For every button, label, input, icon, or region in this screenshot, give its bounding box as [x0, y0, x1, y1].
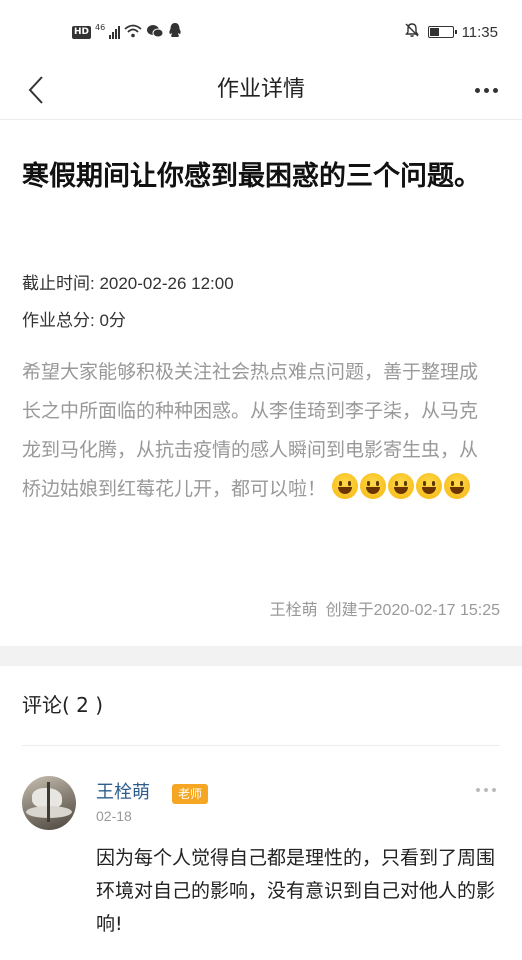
divider: [22, 745, 500, 746]
grinning-emoji-icon: [332, 473, 359, 499]
network-type: 46: [95, 23, 106, 32]
status-right: 11:35: [404, 22, 498, 42]
more-icon: [476, 788, 480, 792]
comment-date: 02-18: [96, 808, 132, 824]
teacher-badge: 老师: [172, 784, 209, 804]
homework-author-line: 王栓萌 创建于2020-02-17 15:25: [270, 596, 500, 620]
page-title: 作业详情: [216, 77, 305, 102]
homework-author: 王栓萌: [269, 602, 318, 619]
signal-icon: [109, 25, 121, 39]
status-bar: HD 46 11:35: [0, 0, 522, 62]
comments-header: 评论( 2 ): [22, 693, 104, 717]
wifi-icon: [124, 23, 142, 42]
more-button[interactable]: [468, 74, 504, 106]
more-icon: [474, 87, 480, 93]
status-left: HD 46: [72, 22, 182, 42]
comment-author[interactable]: 王栓萌: [96, 780, 150, 806]
wechat-icon: [146, 23, 164, 42]
comment-more-button[interactable]: [470, 782, 502, 798]
nav-bar: 作业详情: [0, 62, 522, 120]
total-score-text: 作业总分: 0分: [22, 311, 126, 330]
comment-text: 因为每个人觉得自己都是理性的，只看到了周围环境对自己的影响，没有意识到自己对他人…: [96, 847, 496, 935]
homework-description: 希望大家能够积极关注社会热点难点问题，善于整理成长之中所面临的种种困惑。从李佳琦…: [22, 353, 494, 509]
smile-emoji-icon: [388, 473, 415, 499]
deadline-text: 截止时间: 2020-02-26 12:00: [22, 274, 234, 293]
smile-emoji-icon: [444, 473, 471, 499]
avatar[interactable]: [22, 776, 76, 830]
comment-item: 王栓萌 老师 02-18 因为每个人觉得自己都是理性的，只看到了周围环境对自己的…: [0, 760, 522, 960]
homework-title: 寒假期间让你感到最困惑的三个问题。: [22, 161, 481, 192]
smile-emoji-icon: [416, 473, 443, 499]
qq-icon: [168, 22, 182, 42]
grinning-emoji-icon: [360, 473, 387, 499]
mute-icon: [404, 22, 420, 42]
emoji-row: [332, 473, 471, 499]
battery-icon: [427, 26, 457, 38]
homework-created: 创建于2020-02-17 15:25: [325, 602, 500, 619]
hd-badge: HD: [72, 25, 92, 39]
section-divider: [0, 646, 522, 666]
status-time: 11:35: [461, 23, 498, 41]
